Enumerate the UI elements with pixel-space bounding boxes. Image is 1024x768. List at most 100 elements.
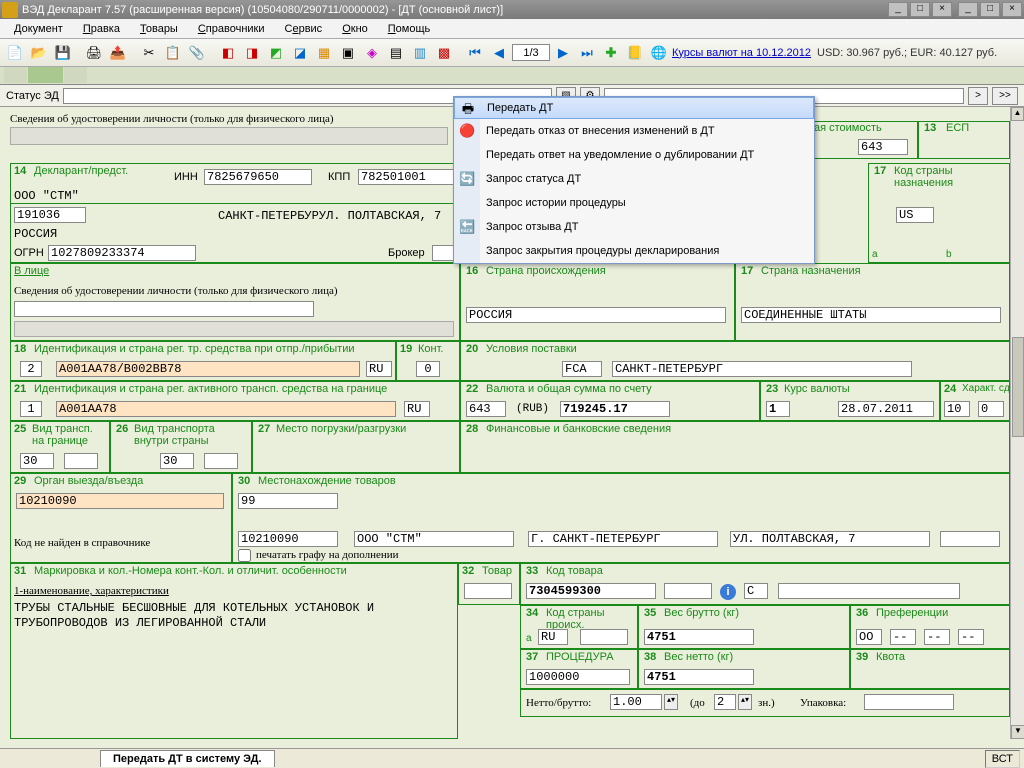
b30-checkbox[interactable]: [238, 549, 251, 562]
b23-date[interactable]: [838, 401, 934, 417]
statusbar-tab[interactable]: Передать ДТ в систему ЭД.: [100, 750, 275, 767]
nb-value[interactable]: [610, 694, 662, 710]
b19-value[interactable]: [416, 361, 440, 377]
tb-blue2-icon[interactable]: ▥: [409, 42, 431, 64]
tb-red2-icon[interactable]: ◨: [241, 42, 263, 64]
b37-value[interactable]: [526, 669, 630, 685]
nb-spinner[interactable]: ▴▾: [664, 694, 678, 710]
b25-value[interactable]: [20, 453, 54, 469]
b21-n[interactable]: [20, 401, 42, 417]
b33-value[interactable]: [526, 583, 656, 599]
info-icon[interactable]: i: [720, 584, 736, 600]
b33-extra1[interactable]: [664, 583, 712, 599]
b33-extra2[interactable]: [778, 583, 960, 599]
tb-new-icon[interactable]: 📄: [4, 42, 26, 64]
b36-v1[interactable]: [856, 629, 882, 645]
status-next[interactable]: >>: [992, 87, 1018, 105]
b22-value[interactable]: [560, 401, 670, 417]
b26-value[interactable]: [160, 453, 194, 469]
prev-page-icon[interactable]: ◀: [488, 42, 510, 64]
add-page-icon[interactable]: ✚: [600, 42, 622, 64]
b35-value[interactable]: [644, 629, 754, 645]
menu-edit[interactable]: Правка: [75, 21, 128, 37]
tb-export-icon[interactable]: 📤: [107, 42, 129, 64]
rates-link[interactable]: Курсы валют на 10.12.2012: [672, 47, 811, 59]
tab-active[interactable]: [28, 67, 63, 83]
menu-item-transfer-dt[interactable]: 🖶Передать ДТ: [454, 97, 814, 119]
pack-value[interactable]: [864, 694, 954, 710]
b18-n[interactable]: [20, 361, 42, 377]
b30-extra[interactable]: [940, 531, 1000, 547]
tb-open-icon[interactable]: 📂: [28, 42, 50, 64]
child-restore-button[interactable]: □: [980, 2, 1000, 17]
tb-copy-icon[interactable]: 📋: [162, 42, 184, 64]
b26-value2[interactable]: [204, 453, 238, 469]
b36-v2[interactable]: [890, 629, 916, 645]
zip-input[interactable]: [14, 207, 86, 223]
tb-red3-icon[interactable]: ▩: [433, 42, 455, 64]
b16-value[interactable]: [466, 307, 726, 323]
b20-code[interactable]: [562, 361, 602, 377]
b24-b[interactable]: [978, 401, 1004, 417]
menu-goods[interactable]: Товары: [132, 21, 186, 37]
tb-book-icon[interactable]: 📒: [624, 42, 646, 64]
menu-help[interactable]: Помощь: [380, 21, 439, 37]
tb-misc1-icon[interactable]: ▣: [337, 42, 359, 64]
b30-value[interactable]: [238, 493, 338, 509]
b34-b[interactable]: [580, 629, 628, 645]
tb-print-icon[interactable]: 🖨: [83, 42, 105, 64]
tab-1[interactable]: [4, 67, 27, 83]
tb-paste-icon[interactable]: 📎: [186, 42, 208, 64]
b24-a[interactable]: [944, 401, 970, 417]
status-prev[interactable]: >: [968, 87, 988, 105]
tb-misc2-icon[interactable]: ▤: [385, 42, 407, 64]
restore-button[interactable]: □: [910, 2, 930, 17]
menu-directories[interactable]: Справочники: [190, 21, 273, 37]
b29-value[interactable]: [16, 493, 224, 509]
do-value[interactable]: [714, 694, 736, 710]
b18-c[interactable]: [366, 361, 392, 377]
tb-cut-icon[interactable]: ✂: [138, 42, 160, 64]
b17-value[interactable]: [896, 207, 934, 223]
child-minimize-button[interactable]: _: [958, 2, 978, 17]
b20-value[interactable]: [612, 361, 912, 377]
tb-save-icon[interactable]: 💾: [52, 42, 74, 64]
minimize-button[interactable]: _: [888, 2, 908, 17]
menu-item-transfer-reply[interactable]: Передать ответ на уведомление о дублиров…: [454, 143, 814, 167]
b30-org[interactable]: [354, 531, 514, 547]
menu-window[interactable]: Окно: [334, 21, 376, 37]
tb-green1-icon[interactable]: ◩: [265, 42, 287, 64]
b17a-value[interactable]: [741, 307, 1001, 323]
close-button[interactable]: ×: [932, 2, 952, 17]
vlice-input[interactable]: [14, 301, 314, 317]
next-page-icon[interactable]: ▶: [552, 42, 574, 64]
inn-input[interactable]: [204, 169, 312, 185]
b36-v4[interactable]: [958, 629, 984, 645]
page-input[interactable]: [512, 44, 550, 61]
child-close-button[interactable]: ×: [1002, 2, 1022, 17]
first-page-icon[interactable]: ⏮: [464, 42, 486, 64]
b30-street[interactable]: [730, 531, 930, 547]
b36-v3[interactable]: [924, 629, 950, 645]
last-page-icon[interactable]: ⏭: [576, 42, 598, 64]
tb-red1-icon[interactable]: ◧: [217, 42, 239, 64]
tb-orange-icon[interactable]: ▦: [313, 42, 335, 64]
tb-blue1-icon[interactable]: ◪: [289, 42, 311, 64]
menu-item-transfer-refusal[interactable]: 🔴Передать отказ от внесения изменений в …: [454, 119, 814, 143]
tab-3[interactable]: [64, 67, 87, 83]
kpp-input[interactable]: [358, 169, 454, 185]
menu-document[interactable]: Документ: [6, 21, 71, 37]
b38-value[interactable]: [644, 669, 754, 685]
b22-code[interactable]: [466, 401, 506, 417]
b30-city[interactable]: [528, 531, 718, 547]
b21-id[interactable]: [56, 401, 396, 417]
ogrn-input[interactable]: [48, 245, 196, 261]
b33-c[interactable]: [744, 583, 768, 599]
vertical-scrollbar[interactable]: ▲ ▼: [1010, 107, 1024, 739]
menu-service[interactable]: Сервис: [277, 21, 331, 37]
b30-code[interactable]: [238, 531, 338, 547]
b21-c[interactable]: [404, 401, 430, 417]
b34-value[interactable]: [538, 629, 568, 645]
b23-value[interactable]: [766, 401, 790, 417]
tb-purple-icon[interactable]: ◈: [361, 42, 383, 64]
